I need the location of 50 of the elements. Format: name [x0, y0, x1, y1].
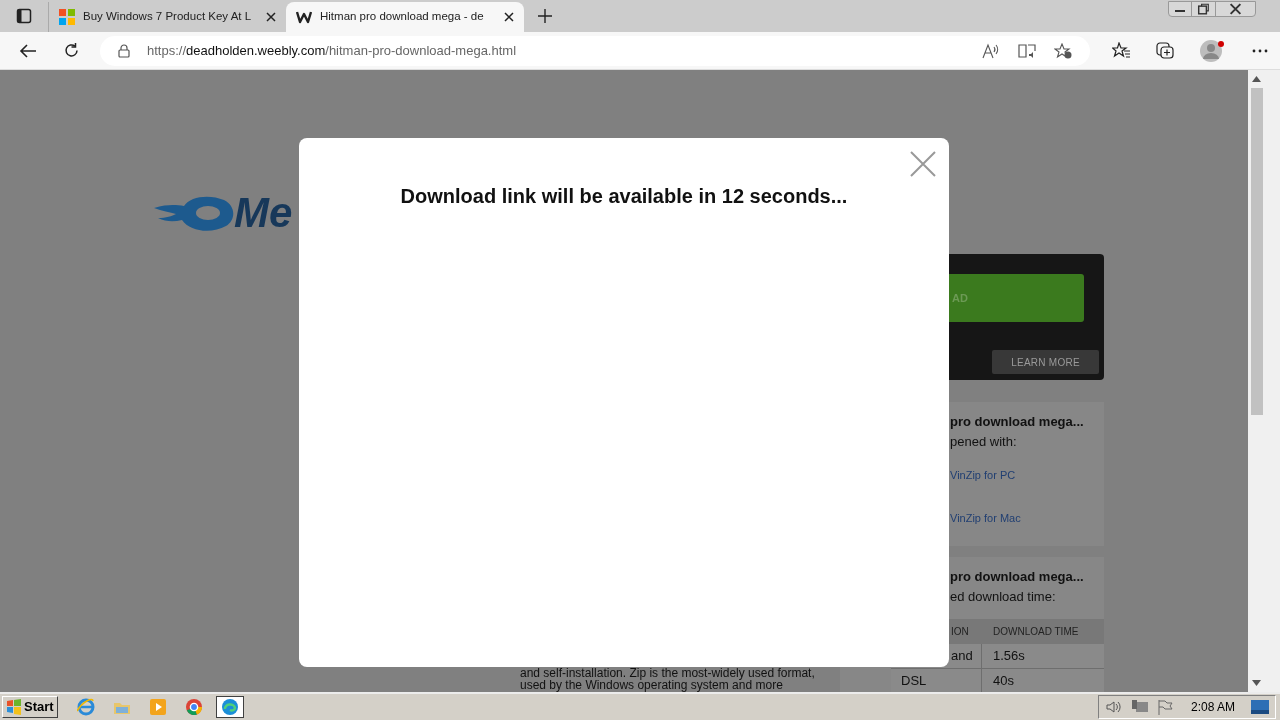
section-title: pro download mega... [950, 568, 1085, 586]
taskbar-app[interactable] [215, 696, 244, 718]
scrollbar-thumb[interactable] [1251, 88, 1263, 415]
media-player-icon [148, 698, 167, 716]
windows-logo-icon [59, 9, 75, 25]
read-aloud-icon[interactable] [982, 42, 1000, 59]
table-cell-text: 40s [992, 672, 1015, 691]
start-button[interactable]: Start [2, 696, 58, 718]
url-text: https://deadholden.weebly.com/hitman-pro-download-mega.html [147, 41, 517, 60]
countdown-message: Download link will be available in 12 seconds... [400, 184, 848, 209]
back-icon[interactable] [19, 42, 37, 59]
profile-avatar-icon[interactable] [1200, 38, 1226, 63]
chrome-icon [184, 698, 203, 716]
column-header: DOWNLOAD TIME [992, 625, 1080, 639]
tab-title: Hitman pro download mega - de [320, 9, 485, 25]
flag-icon[interactable] [1156, 699, 1173, 715]
logo-wordmark: Me [234, 192, 293, 234]
lock-icon [118, 43, 130, 58]
description-text: used by the Windows operating system and more [520, 679, 783, 691]
column-header: ION [950, 625, 970, 639]
address-bar[interactable]: https://deadholden.weebly.com/hitman-pro-download-mega.html [100, 35, 1090, 66]
network-icon[interactable] [1130, 699, 1149, 715]
refresh-icon[interactable] [63, 42, 80, 59]
scroll-down-icon[interactable] [1252, 680, 1261, 686]
scrollbar[interactable] [1248, 70, 1280, 692]
tab-title: Buy Windows 7 Product Key At L [83, 9, 253, 25]
section-subtitle: ed download time: [950, 587, 1057, 606]
volume-icon[interactable] [1104, 700, 1123, 714]
clock: 2:08 AM [1190, 699, 1235, 716]
close-tab-icon[interactable] [266, 12, 276, 22]
w-logo-icon [296, 9, 312, 25]
favorite-add-icon[interactable] [1054, 42, 1072, 59]
edge-icon [220, 698, 239, 716]
favorites-icon[interactable] [1112, 42, 1130, 59]
tab-actions-icon[interactable] [16, 8, 32, 24]
more-icon[interactable] [1252, 48, 1268, 53]
ie-icon [76, 698, 95, 716]
reader-icon[interactable] [1018, 42, 1036, 59]
scroll-up-icon[interactable] [1252, 76, 1261, 82]
collections-icon[interactable] [1156, 42, 1174, 59]
learn-more-button[interactable]: LEARN MORE [992, 350, 1099, 374]
flame-logo-icon [154, 194, 236, 232]
new-tab-icon[interactable] [538, 9, 552, 23]
browser-tab[interactable]: Hitman pro download mega - de [286, 2, 524, 32]
close-tab-icon[interactable] [504, 12, 514, 22]
file-title: pro download mega... [950, 413, 1085, 431]
description-text: and self-installation. Zip is the most-widely used format, [520, 667, 815, 679]
table-cell-text: 1.56s [992, 647, 1026, 666]
file-subtitle: pened with: [950, 432, 1018, 451]
windows-flag-icon [6, 699, 22, 715]
